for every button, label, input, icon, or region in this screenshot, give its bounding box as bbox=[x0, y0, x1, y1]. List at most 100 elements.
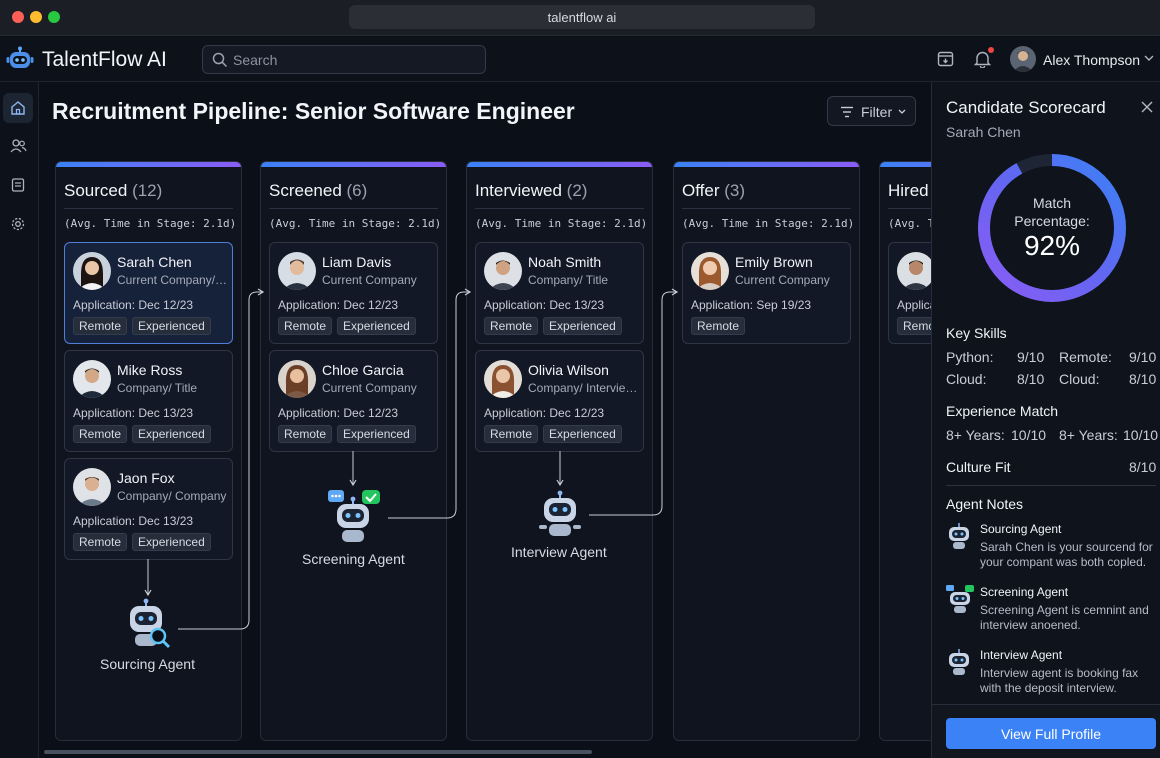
experience-match-title: Experience Match bbox=[946, 403, 1059, 419]
candidate-avatar bbox=[73, 252, 111, 290]
bell-icon[interactable] bbox=[974, 50, 991, 68]
candidate-card[interactable]: Sarah Chen Current Company/ Title Applic… bbox=[64, 242, 233, 344]
column-avg-time: (Avg. Time in Stage: 2.1d) bbox=[269, 217, 442, 230]
candidate-company: Current Company/ Title bbox=[117, 273, 229, 287]
maximize-window-button[interactable] bbox=[48, 11, 60, 23]
candidate-name: Emily Brown bbox=[735, 254, 813, 270]
close-icon[interactable] bbox=[1141, 101, 1153, 113]
search-box[interactable] bbox=[202, 45, 486, 74]
horizontal-scrollbar[interactable] bbox=[44, 750, 592, 754]
document-icon bbox=[11, 178, 25, 192]
candidate-card[interactable]: Mike Ross Company/ Title Application: De… bbox=[64, 350, 233, 452]
calendar-icon[interactable] bbox=[937, 50, 954, 67]
candidate-company: Company/ Title bbox=[117, 381, 198, 395]
key-skills-title: Key Skills bbox=[946, 325, 1007, 341]
interview-agent-label: Interview Agent bbox=[511, 544, 607, 560]
match-label-line1: Match bbox=[1032, 195, 1072, 211]
sourcing-agent-robot-icon[interactable] bbox=[124, 598, 172, 650]
tag-experienced: Experienced bbox=[132, 533, 211, 551]
nav-candidates[interactable] bbox=[3, 131, 33, 161]
nav-home[interactable] bbox=[3, 93, 33, 123]
note-text: Interview agent is booking fax with the … bbox=[980, 666, 1139, 695]
column-accent-bar bbox=[56, 162, 241, 167]
candidate-avatar bbox=[897, 252, 935, 290]
nav-settings[interactable] bbox=[3, 209, 33, 239]
candidate-name: Jaon Fox bbox=[117, 470, 175, 486]
chevron-down-icon[interactable] bbox=[1144, 55, 1154, 62]
match-label: Match Percentage: bbox=[976, 194, 1128, 230]
candidate-avatar bbox=[484, 360, 522, 398]
skill-score: 8/10 bbox=[1017, 371, 1045, 387]
home-icon bbox=[11, 101, 25, 115]
column-interviewed: Interviewed (2) (Avg. Time in Stage: 2.1… bbox=[466, 161, 653, 741]
screening-agent-label: Screening Agent bbox=[302, 551, 405, 567]
column-count: (3) bbox=[724, 181, 745, 200]
view-full-profile-button[interactable]: View Full Profile bbox=[946, 718, 1156, 749]
skill-label: Python: bbox=[946, 349, 994, 365]
column-divider bbox=[475, 208, 644, 209]
column-header: Interviewed (2) bbox=[475, 181, 587, 201]
application-date: Application: Dec 12/23 bbox=[73, 298, 194, 312]
screening-agent-robot-icon bbox=[946, 585, 974, 613]
candidate-name: Sarah Chen bbox=[117, 254, 192, 270]
column-avg-time: (Avg. Time in Stage: 2.1d) bbox=[682, 217, 855, 230]
candidate-avatar bbox=[484, 252, 522, 290]
tag-remote: Remote bbox=[484, 317, 539, 335]
column-accent-bar bbox=[261, 162, 446, 167]
sourcing-agent-label: Sourcing Agent bbox=[100, 656, 195, 672]
candidate-card[interactable]: Liam Davis Current Company Application: … bbox=[269, 242, 438, 344]
tag-remote: Remote bbox=[73, 317, 128, 335]
culture-fit-label: Culture Fit bbox=[946, 459, 1011, 475]
user-name[interactable]: Alex Thompson bbox=[1043, 52, 1140, 68]
agent-note: Screening Agent Screening Agent is cemni… bbox=[946, 585, 1158, 643]
match-label-line2: Percentage: bbox=[1014, 213, 1090, 229]
tag-remote: Remote bbox=[278, 317, 333, 335]
application-date: Application: Dec 12/23 bbox=[278, 406, 399, 420]
column-title: Sourced bbox=[64, 181, 128, 200]
candidate-company: Current Company bbox=[735, 273, 830, 287]
scorecard-candidate-name: Sarah Chen bbox=[946, 124, 1021, 140]
application-date: Application: Dec 13/23 bbox=[484, 298, 605, 312]
candidate-avatar bbox=[73, 468, 111, 506]
skill-score: 9/10 bbox=[1129, 349, 1157, 365]
robot-icon bbox=[6, 46, 34, 68]
tag-remote: Remote bbox=[484, 425, 539, 443]
candidate-card[interactable]: Olivia Wilson Company/ Interviewer Appli… bbox=[475, 350, 644, 452]
users-icon bbox=[10, 139, 27, 153]
sourcing-agent-robot-icon bbox=[949, 523, 969, 549]
screening-agent-robot-icon[interactable] bbox=[326, 488, 382, 546]
skill-label: Cloud: bbox=[1059, 371, 1100, 387]
candidate-card[interactable]: Emily Brown Current Company Application:… bbox=[682, 242, 851, 344]
column-accent-bar bbox=[674, 162, 859, 167]
column-title: Hired bbox=[888, 181, 929, 200]
close-window-button[interactable] bbox=[12, 11, 24, 23]
tag-experienced: Experienced bbox=[337, 425, 416, 443]
tag-experienced: Experienced bbox=[543, 317, 622, 335]
minimize-window-button[interactable] bbox=[30, 11, 42, 23]
skill-score: 9/10 bbox=[1017, 349, 1045, 365]
app-title: TalentFlow AI bbox=[42, 48, 167, 71]
candidate-card[interactable]: Jaon Fox Company/ Company Application: D… bbox=[64, 458, 233, 560]
candidate-scorecard-panel: Candidate Scorecard Sarah Chen Match Perc… bbox=[931, 82, 1160, 758]
nav-documents[interactable] bbox=[3, 170, 33, 200]
url-bar[interactable]: talentflow ai bbox=[349, 5, 815, 29]
gear-icon bbox=[11, 217, 25, 231]
user-avatar[interactable] bbox=[1010, 46, 1036, 72]
interview-agent-robot-icon[interactable] bbox=[536, 490, 584, 540]
experience-label: 8+ Years: bbox=[1059, 427, 1118, 443]
candidate-name: Liam Davis bbox=[322, 254, 392, 270]
candidate-card[interactable]: Noah Smith Company/ Title Application: D… bbox=[475, 242, 644, 344]
column-header: Screened (6) bbox=[269, 181, 367, 201]
column-header: Sourced (12) bbox=[64, 181, 162, 201]
experience-score: 10/10 bbox=[1011, 427, 1047, 443]
app-header: TalentFlow AI Alex Thompson bbox=[0, 37, 1160, 82]
candidate-card[interactable]: Chloe Garcia Current Company Application… bbox=[269, 350, 438, 452]
filter-button[interactable]: Filter bbox=[827, 96, 916, 126]
left-nav-rail bbox=[0, 82, 39, 758]
search-input[interactable] bbox=[233, 50, 473, 70]
application-date: Application: Dec 12/23 bbox=[278, 298, 399, 312]
skill-score: 8/10 bbox=[1129, 371, 1157, 387]
column-offer: Offer (3) (Avg. Time in Stage: 2.1d) Emi… bbox=[673, 161, 860, 741]
column-count: (2) bbox=[566, 181, 588, 200]
agent-notes-title: Agent Notes bbox=[946, 496, 1024, 512]
